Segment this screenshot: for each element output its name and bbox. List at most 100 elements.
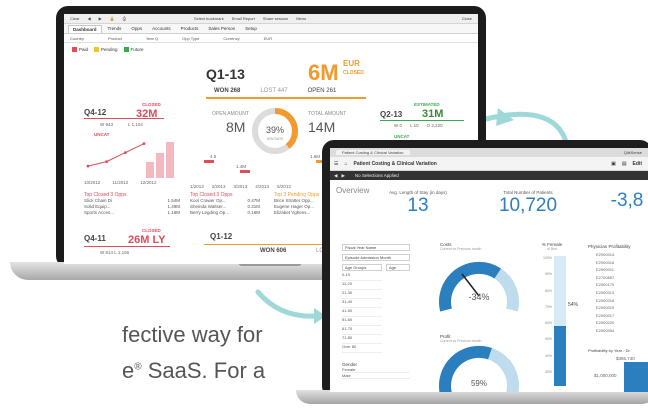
left-q4-11-divider xyxy=(84,246,170,247)
gender-male[interactable]: Male xyxy=(342,373,410,379)
age-group-item[interactable]: 71-80 xyxy=(342,335,382,344)
left-q4-12-lost: L 1,104 xyxy=(128,122,143,127)
gender-filter: Gender Female Male xyxy=(342,362,410,379)
top-closed-q-list: Top Closed 3 Opps Kool Crawer Op... 0.47M… xyxy=(190,192,260,216)
physician-item[interactable]: E2900013 xyxy=(596,290,646,298)
female-bar-track xyxy=(554,256,566,386)
menu-icon[interactable]: ☰ xyxy=(334,161,338,167)
lost-count: LOST 447 xyxy=(260,88,288,94)
selection-forward-icon[interactable]: ▶ xyxy=(341,173,344,179)
physician-item[interactable]: E2900014 xyxy=(596,252,646,260)
close-button[interactable]: Close xyxy=(460,16,474,21)
physician-item[interactable]: E2700657 xyxy=(596,275,646,283)
win-rate-gauge: 39% WIN RATE xyxy=(252,108,298,154)
sheet-icon[interactable]: ▤ xyxy=(622,161,627,167)
trend-point xyxy=(123,151,127,154)
headline-period: Q1-13 xyxy=(206,66,245,82)
clear-button[interactable]: Clear xyxy=(68,16,82,21)
selections-status: No Selections Applied xyxy=(354,173,399,178)
right-q2-13-value: 31M xyxy=(422,108,444,120)
status-legend: Paid Pending Future xyxy=(72,47,144,53)
physician-item[interactable]: E2900016 xyxy=(596,298,646,306)
selections-bar: ◀ ▶ No Selections Applied xyxy=(330,171,648,180)
forward-icon[interactable]: ▶ xyxy=(97,16,104,21)
app-toolbar: ☰ ⌂ Patient Costing & Clinical Variation… xyxy=(330,157,648,171)
tab-accounts[interactable]: Accounts xyxy=(148,25,175,32)
left-bar-chart xyxy=(146,142,176,178)
left-q4-11-status: CLOSED xyxy=(142,228,161,233)
physician-item[interactable]: E2900054 xyxy=(596,328,646,336)
age-group-item[interactable]: 41-50 xyxy=(342,308,382,317)
tab-trends[interactable]: Trends xyxy=(104,25,126,32)
open-count: OPEN 261 xyxy=(307,88,337,94)
bookmark-icon[interactable]: ▣ xyxy=(611,161,616,167)
yearly-title: Profitability by Year - Dr. xyxy=(588,348,631,353)
filter-product[interactable]: Product xyxy=(108,36,122,41)
selection-back-icon[interactable]: ◀ xyxy=(334,173,337,179)
filter-country[interactable]: Country xyxy=(70,36,84,41)
physician-item[interactable]: E2900018 xyxy=(596,260,646,268)
tab-dashboard[interactable]: Dashboard xyxy=(68,24,102,33)
won-count: WON 268 xyxy=(214,88,241,94)
kpi-length-of-stay: Avg. Length of Stay (in days) 13 xyxy=(389,190,447,216)
field-fiscal-year[interactable]: Fiscal Year Name xyxy=(342,244,410,251)
age-group-item[interactable]: 11-20 xyxy=(342,281,382,290)
filter-year-q[interactable]: Year Q xyxy=(146,36,158,41)
edit-button[interactable]: Edit xyxy=(633,161,642,167)
filter-currency[interactable]: Currency xyxy=(223,36,239,41)
age-group-item[interactable]: 0-10 xyxy=(342,272,382,281)
physician-title: Physician Profitability xyxy=(588,244,631,249)
female-tick-label: 50% xyxy=(544,337,552,342)
field-age[interactable]: Age xyxy=(386,264,410,271)
total-amount-value: 14M xyxy=(308,119,336,135)
menu-button[interactable]: Menu xyxy=(294,16,308,21)
age-group-item[interactable]: 21-30 xyxy=(342,290,382,299)
tab-opps[interactable]: Opps xyxy=(127,25,146,32)
uncat-badge-right: UNCAT xyxy=(394,134,410,139)
profit-value: 59% xyxy=(471,379,487,388)
legend-future: Future xyxy=(123,47,144,53)
print-icon[interactable]: ⎙ xyxy=(121,16,128,21)
age-group-item[interactable]: 51-60 xyxy=(342,317,382,326)
female-tick-label: 80% xyxy=(544,288,552,293)
lock-icon[interactable]: 🔒 xyxy=(108,16,117,21)
filter-currency-value[interactable]: EUR xyxy=(264,36,272,41)
physician-list: E2900014 E2900018 E2900011 E2700657 E2900170… xyxy=(596,252,646,336)
sheet-title: Patient Costing & Clinical Variation xyxy=(353,160,437,167)
field-admission-month[interactable]: Episode Admission Month xyxy=(342,254,410,261)
age-group-item[interactable]: 31-40 xyxy=(342,299,382,308)
yearly-axis-value: $1,000,000 xyxy=(594,373,617,378)
tab-sales-person[interactable]: Sales Person xyxy=(204,25,239,32)
tab-products[interactable]: Products xyxy=(177,25,203,32)
age-group-item[interactable]: Over 80 xyxy=(342,344,382,353)
filter-opp-type[interactable]: Opp Type xyxy=(182,36,199,41)
headline-counts: WON 268 LOST 447 OPEN 261 xyxy=(214,88,344,94)
female-tick-label: 90% xyxy=(544,272,552,277)
physician-item[interactable]: E2900020 xyxy=(596,320,646,328)
left-axis-labels: 10/2012 11/2012 12/2012 xyxy=(84,180,157,185)
tab-setup[interactable]: Setup xyxy=(241,25,261,32)
field-age-groups[interactable]: Age Groups xyxy=(342,264,382,271)
open-amount-value: 8M xyxy=(226,119,246,135)
overview-title: Overview xyxy=(336,186,370,195)
caption-line-1: fective way for xyxy=(122,322,263,347)
uncat-badge-left: UNCAT xyxy=(94,132,110,137)
left-q4-11-value: 26M LY xyxy=(128,234,166,246)
email-report-button[interactable]: Email Report xyxy=(230,16,257,21)
age-group-item[interactable]: 61-70 xyxy=(342,326,382,335)
win-rate-value: 39% xyxy=(266,125,284,135)
physician-item[interactable]: E2900170 xyxy=(596,282,646,290)
back-icon[interactable]: ◀ xyxy=(86,16,93,21)
left-q4-12-period: Q4-12 xyxy=(84,108,107,117)
kpi-third: -3,8 xyxy=(610,190,644,211)
share-session-button[interactable]: Share session xyxy=(261,16,290,21)
browser-tab[interactable]: Patient Costing & Clinical Variation xyxy=(336,150,410,155)
physician-item[interactable]: E2900011 xyxy=(596,267,646,275)
select-bookmark-button[interactable]: Select bookmark xyxy=(192,16,226,21)
physician-item[interactable]: E2900019 xyxy=(596,305,646,313)
middle-axis-labels: 1/2013 2/2013 3/2013 4/2013 5/2013 xyxy=(190,184,291,189)
dashboard-tabs: Dashboard Trends Opps Accounts Products … xyxy=(64,24,478,34)
front-laptop-base xyxy=(296,390,648,404)
nav-icon[interactable]: ⌂ xyxy=(344,161,347,167)
physician-item[interactable]: E2900017 xyxy=(596,313,646,321)
